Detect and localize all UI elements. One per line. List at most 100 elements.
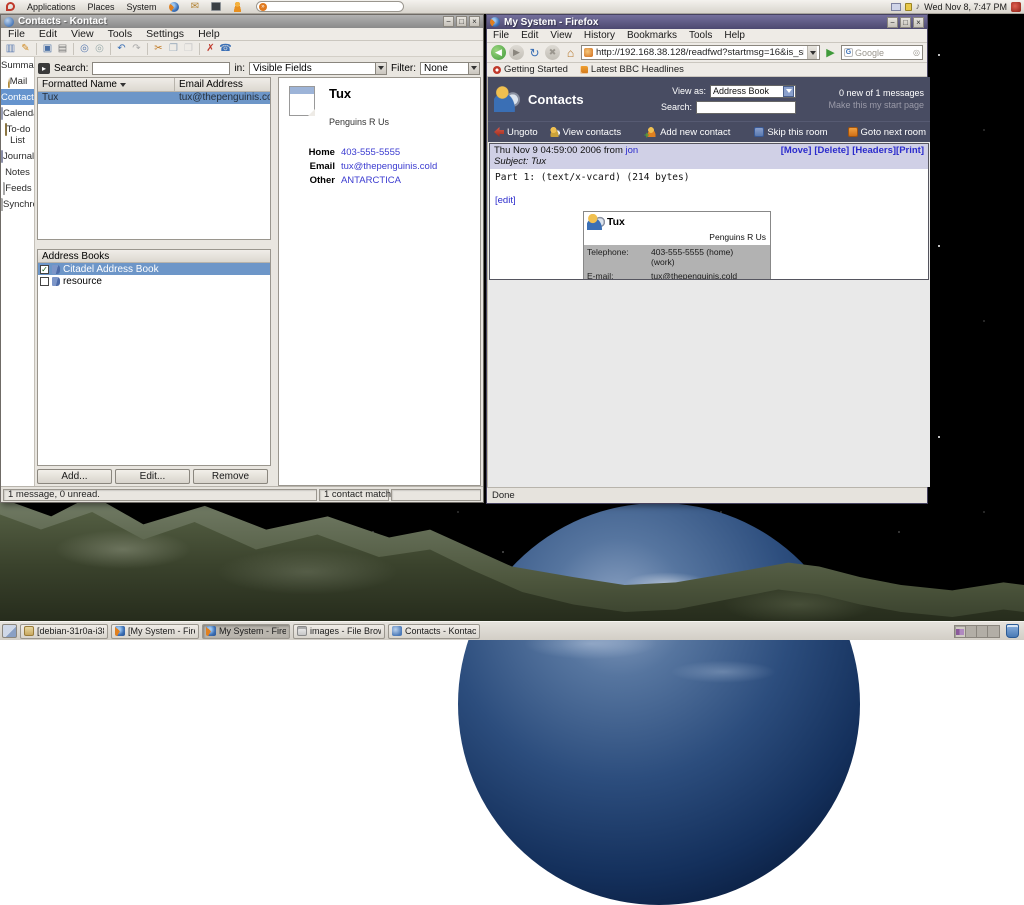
- sender-link[interactable]: jon: [626, 145, 639, 156]
- distro-menu-icon[interactable]: [0, 0, 21, 13]
- cut-icon[interactable]: ✂: [152, 42, 165, 55]
- edit-contact-button[interactable]: Edit...: [115, 469, 190, 484]
- menu-applications[interactable]: Applications: [21, 0, 82, 13]
- sidebar-item-synchronization[interactable]: Synchronization: [1, 196, 34, 212]
- save-icon[interactable]: ▣: [41, 42, 54, 55]
- minimize-button[interactable]: −: [443, 16, 454, 27]
- sidebar-item-journal[interactable]: Journal: [1, 148, 34, 164]
- maximize-button[interactable]: □: [900, 17, 911, 28]
- edit-link[interactable]: [edit]: [495, 195, 516, 206]
- home-phone-link[interactable]: 403-555-5555: [341, 147, 470, 158]
- forward-button[interactable]: ▶: [509, 45, 524, 60]
- goto-next-room-button[interactable]: Goto next room: [848, 127, 926, 138]
- taskbar-window-firefox-active[interactable]: My System - Firefox: [202, 624, 290, 639]
- view-as-select[interactable]: Address Book: [710, 85, 796, 98]
- skip-this-room-button[interactable]: Skip this room: [754, 127, 827, 138]
- url-dropdown-icon[interactable]: [807, 46, 817, 59]
- workspace-4[interactable]: [988, 626, 999, 637]
- contact-row-tux[interactable]: Tux tux@thepenguinis.cold: [38, 92, 270, 104]
- other-address-link[interactable]: ANTARCTICA: [341, 175, 470, 186]
- new-contact-icon[interactable]: ▥: [4, 42, 17, 55]
- delete-link[interactable]: [Delete]: [814, 145, 849, 156]
- trash-icon[interactable]: [1006, 624, 1019, 638]
- firefox-menu-help[interactable]: Help: [718, 30, 751, 41]
- undo-icon[interactable]: ↶: [115, 42, 128, 55]
- lock-tray-icon[interactable]: [905, 3, 912, 11]
- menu-places[interactable]: Places: [82, 0, 121, 13]
- filter-select[interactable]: None: [420, 62, 480, 75]
- vcard-email-link[interactable]: tux@thepenguinis.cold: [648, 269, 770, 280]
- clear-search-icon[interactable]: ▸: [38, 63, 50, 74]
- sidebar-item-mail[interactable]: Mail: [1, 73, 34, 89]
- copy-icon[interactable]: ❐: [167, 42, 180, 55]
- clock[interactable]: Wed Nov 8, 7:47 PM: [924, 2, 1007, 12]
- address-book-resource[interactable]: resource: [38, 275, 270, 287]
- find-icon[interactable]: ◎: [78, 42, 91, 55]
- address-book-citadel[interactable]: ✓ Citadel Address Book: [38, 263, 270, 275]
- kontact-menu-settings[interactable]: Settings: [139, 28, 191, 40]
- start-page-link[interactable]: Make this my start page: [804, 99, 924, 111]
- terminal-launcher[interactable]: [205, 0, 227, 13]
- logout-icon[interactable]: [1011, 2, 1021, 12]
- minimize-button[interactable]: −: [887, 17, 898, 28]
- kontact-menu-edit[interactable]: Edit: [32, 28, 64, 40]
- firefox-menu-edit[interactable]: Edit: [515, 30, 544, 41]
- firefox-menu-tools[interactable]: Tools: [683, 30, 718, 41]
- go-button[interactable]: ▶: [823, 45, 838, 60]
- url-bar[interactable]: [581, 45, 820, 60]
- kontact-menu-file[interactable]: File: [1, 28, 32, 40]
- workspace-1[interactable]: [955, 626, 966, 637]
- back-button[interactable]: ◀: [491, 45, 506, 60]
- splitter-handle[interactable]: [37, 240, 271, 249]
- sidebar-item-calendar[interactable]: Calendar: [1, 105, 34, 121]
- sidebar-item-contacts[interactable]: Contacts: [1, 89, 34, 105]
- kontact-menu-tools[interactable]: Tools: [101, 28, 140, 40]
- contact-search-input[interactable]: [92, 62, 230, 75]
- delete-icon[interactable]: ✗: [204, 42, 217, 55]
- room-search-input[interactable]: [696, 101, 796, 114]
- move-link[interactable]: [Move]: [781, 145, 812, 156]
- user-launcher[interactable]: [227, 0, 248, 13]
- close-button[interactable]: ×: [913, 17, 924, 28]
- checkbox-unchecked[interactable]: [40, 277, 49, 286]
- url-input[interactable]: [596, 47, 804, 59]
- search-in-select[interactable]: Visible Fields: [249, 62, 387, 75]
- web-search-box[interactable]: G Google ◎: [841, 45, 923, 60]
- sidebar-item-notes[interactable]: Notes: [1, 164, 34, 180]
- close-button[interactable]: ×: [469, 16, 480, 27]
- taskbar-window-file-browser[interactable]: images - File Browser: [293, 624, 385, 639]
- bookmark-bbc-headlines[interactable]: Latest BBC Headlines: [580, 64, 684, 75]
- deskbar-search-input[interactable]: »: [256, 1, 404, 12]
- taskbar-window-cd[interactable]: [debian-31r0a-i386-...: [20, 624, 108, 639]
- sidebar-item-summary[interactable]: Summary: [1, 57, 34, 73]
- firefox-menu-bookmarks[interactable]: Bookmarks: [621, 30, 683, 41]
- add-new-contact-button[interactable]: Add new contact: [647, 127, 730, 138]
- stop-button[interactable]: ✖: [545, 45, 560, 60]
- display-tray-icon[interactable]: [891, 3, 901, 11]
- redo-icon[interactable]: ↷: [130, 42, 143, 55]
- paste-icon[interactable]: ❐: [182, 42, 195, 55]
- reload-button[interactable]: ↻: [527, 45, 542, 60]
- kontact-menu-help[interactable]: Help: [191, 28, 227, 40]
- firefox-menu-view[interactable]: View: [544, 30, 578, 41]
- print-link[interactable]: [Print]: [896, 145, 924, 156]
- show-desktop-button[interactable]: [2, 624, 17, 638]
- workspace-3[interactable]: [977, 626, 988, 637]
- column-header-formatted-name[interactable]: Formatted Name: [38, 78, 175, 91]
- remove-contact-button[interactable]: Remove: [193, 469, 268, 484]
- home-button[interactable]: ⌂: [563, 45, 578, 60]
- volume-tray-icon[interactable]: ♪: [916, 2, 921, 11]
- taskbar-window-kontact[interactable]: Contacts - Kontact: [388, 624, 480, 639]
- maximize-button[interactable]: □: [456, 16, 467, 27]
- email-link[interactable]: tux@thepenguinis.cold: [341, 161, 470, 172]
- add-contact-button[interactable]: Add...: [37, 469, 112, 484]
- sidebar-item-feeds[interactable]: Feeds: [1, 180, 34, 196]
- mail-launcher[interactable]: ✉: [185, 0, 205, 13]
- column-header-email[interactable]: Email Address: [175, 78, 270, 91]
- find-next-icon[interactable]: ◎: [93, 42, 106, 55]
- sidebar-item-todo[interactable]: To-do List: [1, 121, 34, 148]
- firefox-launcher[interactable]: [163, 0, 185, 13]
- taskbar-window-firefox-minimized[interactable]: [My System - Firefox]: [111, 624, 199, 639]
- kontact-titlebar[interactable]: Contacts - Kontact − □ ×: [1, 15, 483, 28]
- kontact-menu-view[interactable]: View: [64, 28, 101, 40]
